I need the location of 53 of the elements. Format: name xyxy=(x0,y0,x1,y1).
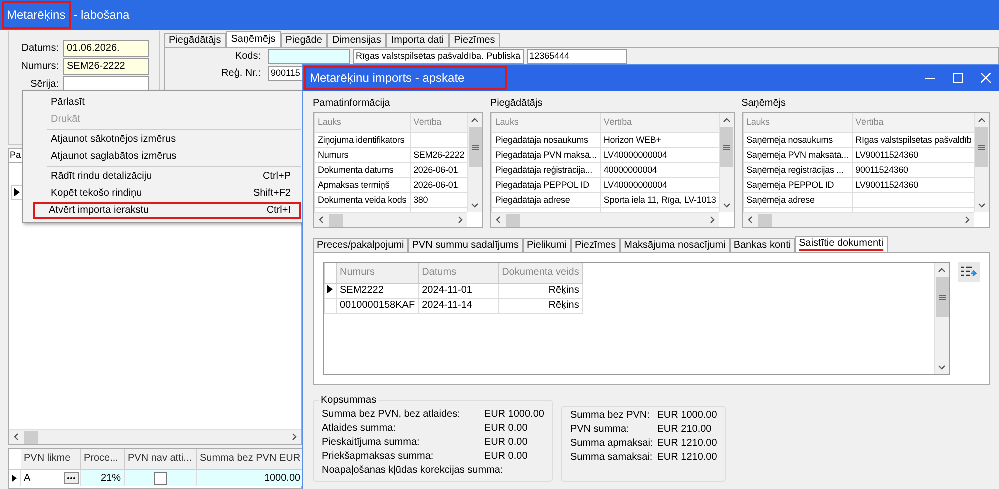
field-label: Reģ. Nr.: xyxy=(220,68,262,79)
total-label: Summa apmaksai: xyxy=(570,437,654,450)
total-label: Atlaides summa: xyxy=(322,422,397,435)
total-label: Summa bez PVN: xyxy=(570,409,651,422)
table-cell: Piegādātāja nosaukums xyxy=(492,132,600,147)
table-cell: Rēķins xyxy=(498,283,583,298)
field-label: Sērija: xyxy=(30,79,59,90)
total-value: EUR 1210.00 xyxy=(657,451,718,464)
field-label: Numurs: xyxy=(20,61,59,72)
table-cell: 2024-11-01 xyxy=(418,283,499,298)
window-title: Metarēķins xyxy=(2,1,71,29)
total-label: Pieskaitījuma summa: xyxy=(322,436,421,449)
window-title: Metarēķinu imports - apskate xyxy=(304,66,507,90)
section-title: Pamatinformācija xyxy=(313,98,392,111)
table-cell: Rēķins xyxy=(498,298,583,313)
table-cell: Saņēmēja adrese xyxy=(743,192,852,207)
table-cell: Saņēmēja reģistrācijas ... xyxy=(743,162,852,177)
table-cell: SEM2222 xyxy=(336,283,419,298)
total-value: EUR 0.00 xyxy=(484,450,529,463)
table-cell: Saņēmēja PEPPOL ID xyxy=(743,177,852,192)
total-label: PVN summa: xyxy=(570,423,630,436)
table-cell: 21% xyxy=(81,470,125,486)
table-cell: Saņēmēja nosaukums xyxy=(743,132,852,147)
total-label: Priekšapmaksas summa: xyxy=(322,450,435,463)
total-value: EUR 210.00 xyxy=(657,423,713,436)
section-title: Saņēmējs xyxy=(742,98,788,111)
table-cell: A xyxy=(24,472,31,484)
table-cell: Piegādātāja PVN maksā... xyxy=(492,147,600,162)
total-label: Summa bez PVN, bez atlaides: xyxy=(322,408,460,421)
group-title: Kopsummas xyxy=(319,395,379,406)
field-label: Datums: xyxy=(20,43,59,54)
field-label: Kods: xyxy=(234,51,262,62)
window-subtitle: - labošana xyxy=(74,8,130,22)
section-title: Piegādātājs xyxy=(490,98,544,111)
total-value: EUR 0.00 xyxy=(484,422,529,435)
table-cell: 1000.00 xyxy=(197,470,305,486)
total-value: EUR 1000.00 xyxy=(657,409,718,422)
total-value: EUR 0.00 xyxy=(484,436,529,449)
total-label: Noapaļošanas kļūdas korekcijas summa: xyxy=(322,464,504,477)
table-cell: 0010000158KAF xyxy=(336,298,419,313)
table-cell: Piegādātāja PEPPOL ID xyxy=(492,177,600,192)
table-cell: Dokumenta veida kods xyxy=(314,192,410,207)
table-cell: Dokumenta datums xyxy=(314,162,410,177)
table-cell: Ziņojuma identifikators xyxy=(314,132,410,147)
table-cell: Piegādātāja reģistrācija... xyxy=(492,162,600,177)
total-value: EUR 1000.00 xyxy=(484,408,544,421)
total-label: Summa samaksai: xyxy=(570,451,654,464)
table-cell: Saņēmēja PVN maksātā... xyxy=(743,147,852,162)
total-value: EUR 1210.00 xyxy=(657,437,718,450)
table-cell: Numurs xyxy=(314,147,410,162)
table-cell: Piegādātāja adrese xyxy=(492,192,600,207)
table-cell: Apmaksas termiņš xyxy=(314,177,410,192)
table-cell: 2024-11-14 xyxy=(418,298,499,313)
